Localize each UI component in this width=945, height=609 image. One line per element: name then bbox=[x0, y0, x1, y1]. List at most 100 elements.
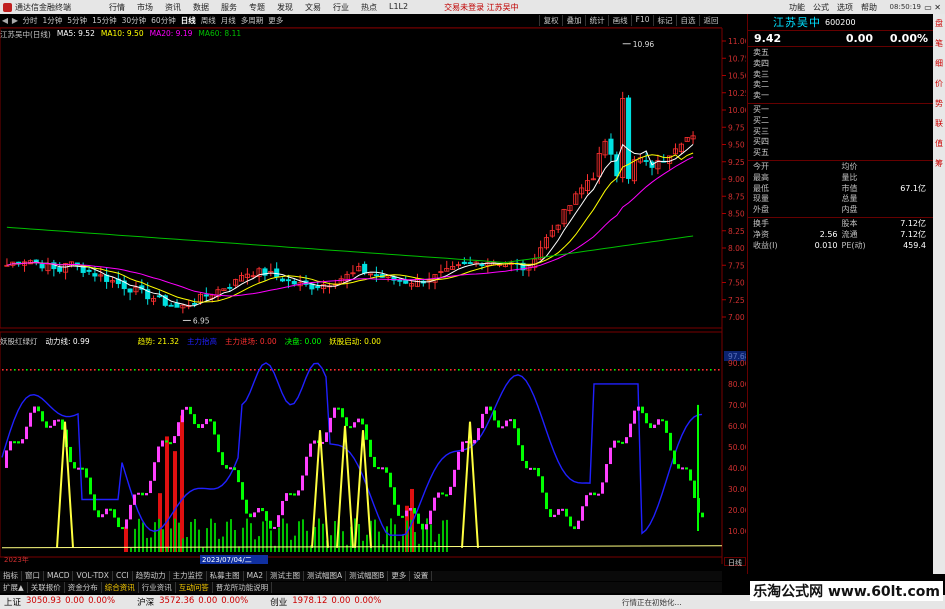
price-change: 0.00 bbox=[845, 32, 873, 45]
menu-item[interactable]: 行业 bbox=[327, 2, 355, 13]
info-tab[interactable]: 资金分布 bbox=[65, 582, 102, 593]
info-tab[interactable]: 关联报价 bbox=[28, 582, 65, 593]
tool-button[interactable]: 画线 bbox=[608, 15, 631, 26]
forward-arrow-icon[interactable]: ▶ bbox=[10, 16, 20, 25]
stat-key: 最低 bbox=[753, 183, 769, 193]
period-tab[interactable]: 5分钟 bbox=[65, 15, 90, 26]
indicator-tab[interactable]: 指标 bbox=[0, 571, 22, 581]
period-tab[interactable]: 分时 bbox=[20, 15, 40, 26]
signal-dot bbox=[718, 369, 720, 371]
indicator-tab[interactable]: 私募主图 bbox=[207, 571, 244, 581]
menu-item[interactable]: 专题 bbox=[243, 2, 271, 13]
oscillator-step bbox=[313, 440, 316, 444]
menu-item[interactable]: 市场 bbox=[131, 2, 159, 13]
side-tab[interactable]: 联 bbox=[935, 118, 943, 129]
orderbook-level[interactable]: 买二 bbox=[748, 116, 933, 127]
orderbook-level[interactable]: 买一 bbox=[748, 105, 933, 116]
period-tab[interactable]: 月线 bbox=[218, 15, 238, 26]
orderbook-level[interactable]: 卖二 bbox=[748, 80, 933, 91]
oscillator-step bbox=[309, 443, 312, 457]
chart-tools: 复权 叠加 统计 画线 F10 标记 自选 返回 bbox=[539, 15, 722, 26]
indicator-tab[interactable]: 趋势动力 bbox=[133, 571, 170, 581]
indicator-tab[interactable]: CCI bbox=[113, 571, 133, 581]
orderbook-level[interactable]: 卖五 bbox=[748, 48, 933, 59]
period-tab[interactable]: 15分钟 bbox=[90, 15, 120, 26]
period-tab[interactable]: 1分钟 bbox=[40, 15, 65, 26]
orderbook-level[interactable]: 卖一 bbox=[748, 91, 933, 102]
menu-item[interactable]: 发现 bbox=[271, 2, 299, 13]
info-tab[interactable]: 综合资讯 bbox=[102, 582, 139, 593]
orderbook-level[interactable]: 卖四 bbox=[748, 59, 933, 70]
menu-item-function[interactable]: 功能 bbox=[785, 2, 809, 13]
indicator-tab[interactable]: 设置 bbox=[410, 571, 433, 581]
index-value: 1978.12 bbox=[292, 596, 328, 606]
login-status[interactable]: 交易未登录 江苏吴中 bbox=[444, 2, 519, 13]
side-tab[interactable]: 筹 bbox=[935, 158, 943, 169]
indicator-tab[interactable]: 更多 bbox=[388, 571, 411, 581]
menu-item[interactable]: 文易 bbox=[299, 2, 327, 13]
side-tab[interactable]: 值 bbox=[935, 138, 943, 149]
info-tab[interactable]: 晋龙所功能说明 bbox=[213, 582, 273, 593]
window-controls[interactable]: ▭ ✕ bbox=[924, 3, 941, 12]
indicator-tab[interactable]: MA2 bbox=[244, 571, 268, 581]
index-quote[interactable]: 沪深 3572.36 0.00 0.00% bbox=[133, 596, 252, 608]
period-tab[interactable]: 更多 bbox=[266, 15, 286, 26]
menu-item[interactable]: L1L2 bbox=[383, 2, 414, 13]
stat-cell: 总量 bbox=[842, 194, 931, 205]
orderbook-level[interactable]: 卖三 bbox=[748, 70, 933, 81]
indicator-tick-label: 10.00 bbox=[728, 527, 746, 536]
indicator-tab[interactable]: 窗口 bbox=[22, 571, 44, 581]
menu-item[interactable]: 行情 bbox=[103, 2, 131, 13]
indicator-tab[interactable]: 测试幅图A bbox=[304, 571, 347, 581]
tool-button[interactable]: 标记 bbox=[653, 15, 676, 26]
chart-area[interactable]: 11.00 10.75 10.50 10.25 10.00 9.75 9.50 9.25 9.0… bbox=[0, 28, 746, 564]
period-axis-label[interactable]: 日线 bbox=[724, 557, 746, 567]
title-bar: 通达信金融终端 行情 市场 资讯 数据 服务 专题 发现 文易 行业 热点 L1… bbox=[0, 0, 945, 14]
green-bar bbox=[182, 538, 184, 552]
tool-button[interactable]: 自选 bbox=[676, 15, 699, 26]
info-tab[interactable]: 互动问答 bbox=[176, 582, 213, 593]
tool-button[interactable]: 返回 bbox=[699, 15, 722, 26]
period-tab[interactable]: 周线 bbox=[198, 15, 218, 26]
signal-dot bbox=[338, 369, 340, 371]
side-tab[interactable]: 价 bbox=[935, 78, 943, 89]
indicator-tab[interactable]: VOL-TDX bbox=[73, 571, 113, 581]
period-tab[interactable]: 多周期 bbox=[238, 15, 266, 26]
orderbook-level[interactable]: 买五 bbox=[748, 148, 933, 159]
indicator-tab[interactable]: 主力监控 bbox=[170, 571, 207, 581]
candle-body bbox=[168, 304, 174, 307]
menu-item[interactable]: 数据 bbox=[187, 2, 215, 13]
tool-button[interactable]: 复权 bbox=[539, 15, 562, 26]
index-quote[interactable]: 创业 1978.12 0.00 0.00% bbox=[266, 596, 385, 608]
period-tab[interactable]: 60分钟 bbox=[149, 15, 179, 26]
menu-item-formula[interactable]: 公式 bbox=[809, 2, 833, 13]
period-tab[interactable]: 30分钟 bbox=[119, 15, 149, 26]
kline-chart[interactable]: 11.00 10.75 10.50 10.25 10.00 9.75 9.50 9.25 9.0… bbox=[0, 28, 746, 571]
back-arrow-icon[interactable]: ◀ bbox=[0, 16, 10, 25]
menu-item[interactable]: 服务 bbox=[215, 2, 243, 13]
menu-item-options[interactable]: 选项 bbox=[833, 2, 857, 13]
side-tab[interactable]: 盘 bbox=[935, 18, 943, 29]
indicator-tab[interactable]: 测试主图 bbox=[267, 571, 305, 581]
orderbook-level[interactable]: 买三 bbox=[748, 127, 933, 138]
side-tab[interactable]: 细 bbox=[935, 58, 943, 69]
tool-button[interactable]: F10 bbox=[631, 15, 653, 26]
tool-button[interactable]: 叠加 bbox=[562, 15, 585, 26]
side-tab[interactable]: 势 bbox=[935, 98, 943, 109]
side-tab[interactable]: 笔 bbox=[935, 38, 943, 49]
indicator-tab[interactable]: 测试幅图B bbox=[346, 571, 389, 581]
info-tab[interactable]: 行业资讯 bbox=[139, 582, 176, 593]
stats-table: 今开 均价 最高 量比 最低 市值 67.1亿 现量 总量 外盘 内盘 bbox=[748, 161, 933, 218]
green-bar bbox=[186, 537, 188, 552]
index-quote[interactable]: 上证 3050.93 0.00 0.00% bbox=[0, 596, 119, 608]
menu-item-help[interactable]: 帮助 bbox=[857, 2, 881, 13]
candle-body bbox=[127, 288, 133, 293]
info-tab[interactable]: 扩展▲ bbox=[0, 582, 28, 593]
menu-item[interactable]: 资讯 bbox=[159, 2, 187, 13]
orderbook-level[interactable]: 买四 bbox=[748, 137, 933, 148]
period-tab[interactable]: 日线 bbox=[178, 15, 198, 26]
tool-button[interactable]: 统计 bbox=[585, 15, 608, 26]
oscillator-step bbox=[185, 406, 188, 410]
indicator-tab[interactable]: MACD bbox=[44, 571, 74, 581]
menu-item[interactable]: 热点 bbox=[355, 2, 383, 13]
